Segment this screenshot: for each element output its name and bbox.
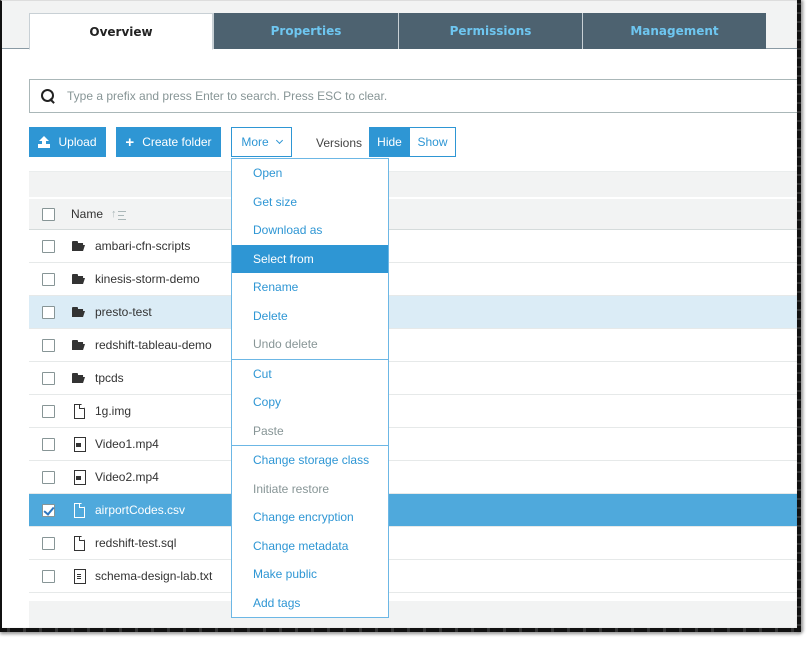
table-row[interactable]: airportCodes.csv [29, 494, 799, 527]
menu-item-undo-delete: Undo delete [253, 337, 318, 352]
tab-overview[interactable]: Overview [29, 13, 213, 50]
menu-item-download-as[interactable]: Download as [232, 216, 388, 245]
video-icon [72, 437, 86, 452]
table-row[interactable]: schema-design-lab.txt [29, 560, 799, 593]
table-row[interactable]: ambari-cfn-scripts [29, 230, 799, 263]
folder-icon [72, 305, 86, 319]
chevron-down-icon [275, 136, 283, 145]
tab-properties[interactable]: Properties [213, 13, 398, 49]
row-checkbox[interactable] [42, 503, 55, 517]
table-row[interactable]: redshift-tableau-demo [29, 329, 799, 362]
table-row[interactable]: tpcds [29, 362, 799, 395]
table-header: Name ↑ [29, 197, 799, 230]
folder-icon [72, 239, 86, 253]
object-name-link[interactable]: kinesis-storm-demo [95, 272, 200, 286]
menu-item-change-metadata[interactable]: Change metadata [232, 532, 388, 561]
name-column-header[interactable]: Name [71, 207, 103, 221]
object-name-link[interactable]: redshift-test.sql [95, 536, 176, 550]
video-icon [72, 470, 86, 485]
search-input[interactable] [67, 89, 800, 103]
file-icon [72, 536, 86, 550]
row-checkbox[interactable] [42, 371, 55, 385]
file-icon [72, 404, 86, 418]
search-bar [29, 79, 800, 113]
create-folder-label: Create folder [142, 135, 212, 149]
menu-item-rename[interactable]: Rename [232, 273, 388, 302]
upload-button[interactable]: Upload [29, 127, 106, 157]
more-button[interactable]: More [231, 127, 292, 157]
menu-item-get-size[interactable]: Get size [232, 188, 388, 217]
tab-bar: Overview Properties Permissions Manageme… [2, 1, 799, 50]
object-name-link[interactable]: presto-test [95, 305, 152, 319]
tab-permissions[interactable]: Permissions [398, 13, 582, 49]
menu-item-cut[interactable]: Cut [232, 360, 388, 389]
upload-icon [38, 136, 50, 148]
sort-ascending-icon[interactable]: ↑ [111, 208, 126, 220]
plus-icon: + [125, 133, 135, 151]
menu-group: Cut Copy Paste [232, 360, 388, 446]
object-name-link[interactable]: redshift-tableau-demo [95, 338, 212, 352]
menu-item-initiate-restore: Initiate restore [253, 481, 330, 496]
object-name-link[interactable]: ambari-cfn-scripts [95, 239, 190, 253]
table-toolbar-band [29, 171, 799, 197]
more-dropdown-menu: Open Get size Download as Select from Rename… [231, 158, 389, 618]
table-row[interactable]: Video1.mp4 [29, 428, 799, 461]
menu-item-make-public[interactable]: Make public [232, 560, 388, 589]
folder-icon [72, 371, 86, 385]
menu-group: Open Get size Download as Select from Rename… [232, 159, 388, 360]
versions-hide-toggle[interactable]: Hide [369, 127, 410, 157]
upload-label: Upload [58, 135, 97, 149]
table-row[interactable]: redshift-test.sql [29, 527, 799, 560]
object-name-link[interactable]: tpcds [95, 371, 124, 385]
torn-edge-right [797, 0, 801, 632]
row-checkbox[interactable] [42, 272, 55, 286]
menu-item-paste: Paste [253, 423, 284, 438]
row-checkbox[interactable] [42, 239, 55, 253]
menu-item-change-storage-class[interactable]: Change storage class [232, 446, 388, 475]
table-footer [29, 601, 799, 629]
row-checkbox[interactable] [42, 437, 55, 451]
objects-table: Name ↑ ambari-cfn-scripts kinesis-storm-d… [29, 171, 799, 629]
table-row[interactable]: presto-test [29, 296, 799, 329]
table-row[interactable]: 1g.img [29, 395, 799, 428]
s3-bucket-window: Overview Properties Permissions Manageme… [0, 0, 800, 632]
table-row[interactable]: kinesis-storm-demo [29, 263, 799, 296]
menu-item-copy[interactable]: Copy [232, 388, 388, 417]
text-icon [72, 569, 86, 584]
tab-management[interactable]: Management [582, 13, 766, 49]
versions-label: Versions [316, 136, 363, 150]
menu-item-add-tags[interactable]: Add tags [232, 589, 388, 618]
torn-edge-bottom [0, 628, 801, 632]
row-checkbox[interactable] [42, 470, 55, 484]
file-icon [72, 503, 86, 517]
row-checkbox[interactable] [42, 338, 55, 352]
select-all-checkbox[interactable] [42, 207, 55, 221]
menu-item-change-encryption[interactable]: Change encryption [232, 503, 388, 532]
row-checkbox[interactable] [42, 536, 55, 550]
row-checkbox[interactable] [42, 305, 55, 319]
menu-group: Change storage class Initiate restore Chan… [232, 446, 388, 617]
versions-show-toggle[interactable]: Show [410, 127, 456, 157]
object-name-link[interactable]: airportCodes.csv [95, 503, 185, 517]
object-name-link[interactable]: 1g.img [95, 404, 131, 418]
row-checkbox[interactable] [42, 404, 55, 418]
menu-item-open[interactable]: Open [232, 159, 388, 188]
object-name-link[interactable]: Video2.mp4 [95, 470, 159, 484]
folder-icon [72, 338, 86, 352]
menu-item-select-from[interactable]: Select from [232, 244, 388, 273]
more-label: More [241, 135, 269, 149]
create-folder-button[interactable]: + Create folder [116, 127, 221, 157]
object-name-link[interactable]: Video1.mp4 [95, 437, 159, 451]
search-icon [41, 89, 55, 103]
object-name-link[interactable]: schema-design-lab.txt [95, 569, 212, 583]
menu-item-delete[interactable]: Delete [232, 302, 388, 331]
folder-icon [72, 272, 86, 286]
table-row[interactable]: Video2.mp4 [29, 461, 799, 494]
row-checkbox[interactable] [42, 569, 55, 583]
